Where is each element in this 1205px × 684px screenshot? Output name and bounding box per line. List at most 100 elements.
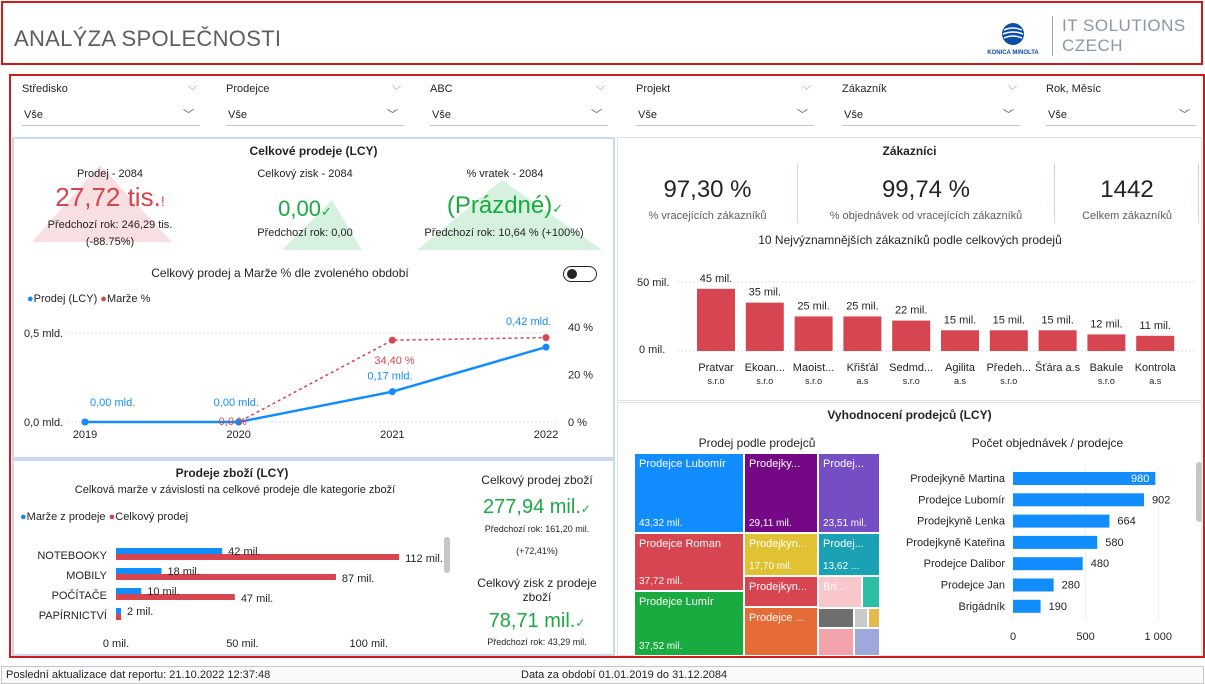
logo-divider [1052, 16, 1053, 56]
kpi-goods-sales-row: 277,94 mil.✓ [462, 496, 612, 519]
chevron-down-icon[interactable]: ⌵ [392, 79, 401, 94]
kpi-sales-change: (-88.75%) [85, 236, 135, 248]
x-tick-label: 2019 [73, 429, 97, 441]
category-label: PAPÍRNICTVÍ [39, 609, 108, 622]
slicer-value: Vše [24, 109, 43, 121]
treemap-cell[interactable]: Prodejkyn... 17,70 mil. [744, 533, 818, 576]
treemap-cell[interactable]: Prodejce Roman 37,72 mil. [634, 533, 744, 591]
kpi-goods-sales-prev: Předchozí rok: 161,20 mil. [484, 524, 590, 534]
period-toggle[interactable] [563, 266, 597, 282]
orders-bar [1013, 557, 1083, 571]
seller-label: Prodejkyně Lenka [917, 516, 1006, 528]
kpi-goods-profit-value: 78,71 mil. [488, 610, 576, 632]
sales-margin-line-chart: 0,5 mld. 0,0 mld. 40 % 20 % 0 % 2019 2020 2021 2… [24, 316, 593, 441]
goods-title: Prodeje zboží (LCY) [175, 466, 289, 480]
kpi-returning-orders-label: % objednávek od vracejících zákazníků [829, 210, 1023, 222]
chevron-down-icon: ﹀ [591, 109, 602, 121]
treemap-cell-name: Prodejkyn... [749, 581, 808, 593]
treemap-cell[interactable]: Prodejce ... [744, 607, 818, 656]
bar-data-label: 980 [1131, 473, 1149, 485]
y2-tick-label: 0 % [568, 417, 587, 429]
kpi-profit-value-row: 0,00✓ [225, 196, 385, 222]
customers-kpi-divider-3 [1198, 163, 1199, 223]
top-customers-title: 10 Nejvýznamnějších zákazníků podle celk… [758, 233, 1062, 247]
total-bar [116, 614, 122, 620]
treemap-cell[interactable]: Prodej... 23,51 mil. [818, 453, 880, 533]
bar-data-label: 42 mil. [228, 546, 260, 558]
treemap-cell-small[interactable] [868, 608, 880, 628]
slicer-dropdown[interactable]: Vše ﹀ [430, 104, 608, 126]
treemap-cell-small[interactable] [854, 628, 880, 656]
chevron-down-icon[interactable]: ⌵ [1008, 79, 1017, 94]
slicer-value: Vše [638, 109, 657, 121]
bar-data-label: 25 mil. [797, 300, 829, 312]
data-label: 0,17 mld. [367, 371, 412, 383]
x-tick-label: s.r.o [1098, 376, 1115, 386]
orders-chart-title: Počet objednávek / prodejce [971, 436, 1124, 450]
treemap-cell-small[interactable] [854, 608, 868, 628]
slicer-dropdown[interactable]: Vše ﹀ [226, 104, 404, 126]
slicer-dropdown[interactable]: Vše ﹀ [842, 104, 1020, 126]
check-icon: ✓ [580, 502, 591, 516]
kpi-goods-sales-change: (+72,41%) [516, 546, 558, 556]
evaluation-scrollbar[interactable] [1196, 462, 1202, 522]
treemap-cell-small[interactable] [818, 628, 854, 656]
slicer-dropdown[interactable]: Vše ﹀ [1046, 104, 1196, 126]
x-tick-label: 2022 [534, 429, 558, 441]
chevron-down-icon: ﹀ [797, 109, 808, 121]
data-label: 34,40 % [374, 355, 415, 367]
chevron-down-icon[interactable]: ⌵ [802, 79, 811, 94]
treemap-cell-small[interactable] [862, 576, 880, 608]
seller-label: Brigádník [959, 601, 1006, 613]
margin-bar [116, 588, 142, 594]
margin-point [388, 336, 396, 344]
treemap-cell-name: Prodejce ... [749, 612, 805, 624]
treemap-cell-name: Prodejce Lubomír [639, 458, 726, 470]
treemap-cell[interactable]: Prodejky... 29,11 mil. [744, 453, 818, 533]
sales-panel-title: Celkové prodeje (LCY) [249, 144, 378, 158]
sales-by-seller-treemap: Prodejce Lubomír 43,32 mil. Prodejky... 29,… [634, 453, 880, 656]
x-tick-label: 1 000 [1144, 631, 1172, 643]
treemap-title: Prodej podle prodejců [698, 436, 816, 450]
bar-data-label: 15 mil. [993, 314, 1025, 326]
treemap-cell-value: 37,72 mil. [639, 576, 683, 587]
treemap-cell[interactable]: Prodejkyn... [744, 576, 818, 607]
bar-data-label: 480 [1091, 558, 1109, 570]
slicer-label: Prodejce [226, 83, 270, 95]
x-tick-label: 2021 [380, 429, 404, 441]
x-tick-label: Maoist... [793, 362, 835, 374]
seller-label: Prodejce Jan [941, 580, 1005, 592]
bar-data-label: 18 mil. [168, 566, 200, 578]
x-tick-label: 100 mil. [350, 638, 389, 650]
treemap-cell-small[interactable] [818, 608, 854, 628]
total-bar [116, 574, 336, 580]
treemap-cell[interactable]: Prodejce Lumír 37,52 mil. [634, 591, 744, 656]
kpi-returns-prev: Předchozí rok: 10,64 % (+100%) [424, 227, 584, 239]
customer-bar [989, 330, 1028, 351]
bar-data-label: 664 [1117, 516, 1135, 528]
bar-data-label: 112 mil. [405, 553, 443, 565]
treemap-cell[interactable]: Prodej... 13,62 ... [818, 533, 880, 576]
chevron-down-icon[interactable]: ⌵ [596, 79, 605, 94]
x-tick-label: Bakule [1090, 362, 1124, 374]
x-tick-label: Ekoan... [745, 362, 785, 374]
legend-goods-margin: Marže z prodeje [26, 511, 106, 523]
slicer-dropdown[interactable]: Vše ﹀ [636, 104, 814, 126]
legend-dot-blue: ● [20, 511, 27, 523]
chevron-down-icon[interactable]: ⌵ [188, 79, 197, 94]
margin-series-line [85, 336, 547, 423]
treemap-cell[interactable]: Bri... [818, 576, 862, 608]
customer-bar [697, 288, 735, 351]
footer-last-update: Poslední aktualizace dat reportu: 21.10.… [6, 669, 271, 681]
chevron-down-icon: ﹀ [183, 109, 194, 121]
customer-bar [1136, 335, 1175, 351]
bar-data-label: 22 mil. [895, 305, 927, 317]
x-tick-label: Šťára a.s [1035, 361, 1081, 374]
slicer-dropdown[interactable]: Vše ﹀ [22, 104, 200, 126]
legend-goods-total: Celkový prodej [115, 511, 189, 523]
treemap-cell[interactable]: Prodejce Lubomír 43,32 mil. [634, 453, 744, 533]
slicer-value: Vše [1048, 109, 1067, 121]
goods-scrollbar[interactable] [444, 537, 450, 573]
x-tick-label: s.r.o [756, 376, 773, 386]
category-label: MOBILY [66, 570, 107, 582]
